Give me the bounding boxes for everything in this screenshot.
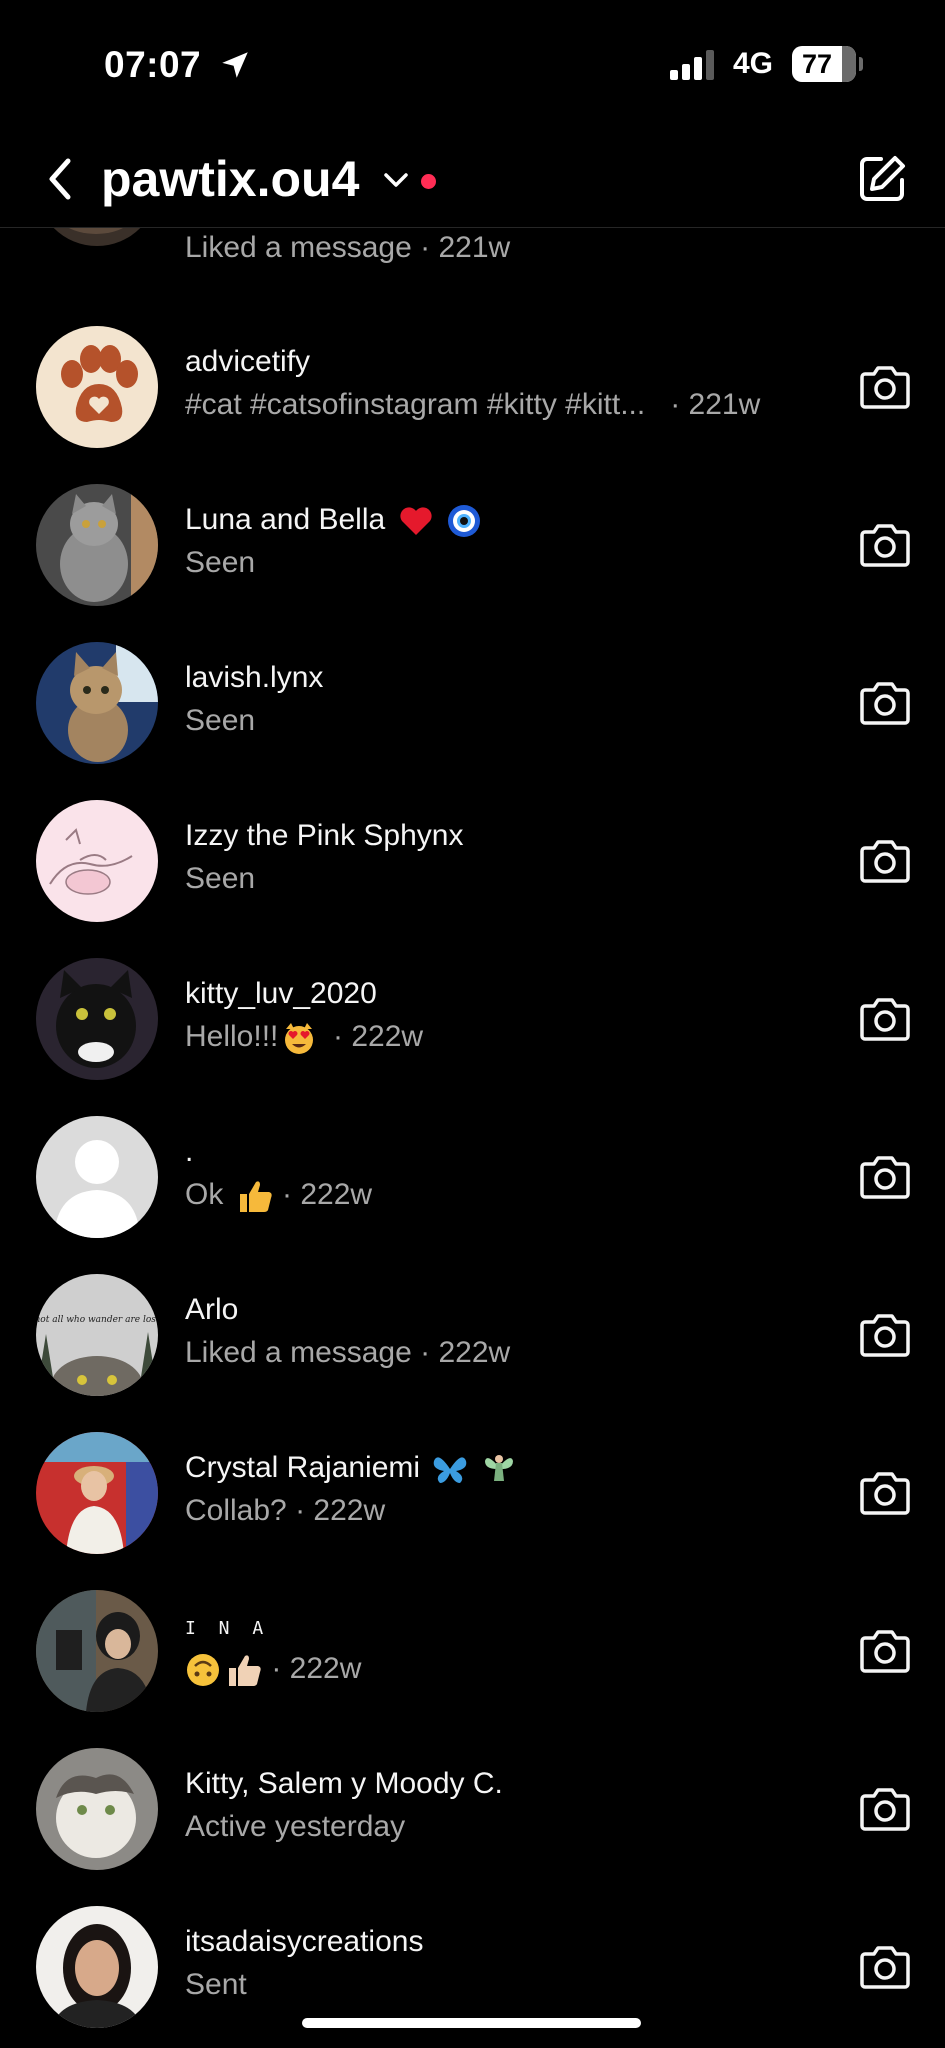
- thumbs-up-icon: [239, 1181, 272, 1213]
- message-preview: · 222w: [185, 1652, 361, 1688]
- conversation-name: advicetify: [185, 345, 311, 378]
- avatar: [36, 326, 158, 448]
- network-type: 4G: [733, 47, 774, 80]
- conversation-name: Izzy the Pink Sphynx: [185, 819, 464, 852]
- conversation-name: I N A: [185, 1618, 270, 1639]
- conversation-row[interactable]: advicetify #cat #catsofinstagram #kitty …: [0, 308, 945, 466]
- fairy-icon: [484, 1455, 513, 1482]
- conversation-name: itsadaisycreations: [185, 1925, 424, 1958]
- message-preview: Liked a message · 221w: [185, 231, 511, 264]
- camera-icon[interactable]: [859, 1310, 911, 1358]
- cellular-signal-icon: [670, 50, 714, 80]
- avatar-lettering: not all who wander are lost: [36, 1315, 158, 1325]
- message-preview: Active yesterday: [185, 1810, 406, 1843]
- message-preview: #cat #catsofinstagram #kitty #kitt... · …: [185, 388, 761, 421]
- conversation-name: kitty_luv_2020: [185, 977, 377, 1010]
- conversation-row[interactable]: Kitty, Salem y Moody C. Active yesterday: [0, 1730, 945, 1888]
- camera-icon[interactable]: [859, 994, 911, 1042]
- avatar: [36, 1906, 158, 2028]
- avatar: [36, 1432, 158, 1554]
- avatar: [36, 1116, 158, 1238]
- conversation-row[interactable]: Izzy the Pink Sphynx Seen: [0, 782, 945, 940]
- notification-dot: [421, 174, 436, 189]
- conversation-row[interactable]: Luna and Bella Seen: [0, 466, 945, 624]
- camera-icon[interactable]: [859, 836, 911, 884]
- clock: 07:07: [104, 44, 202, 85]
- conversation-row[interactable]: . Ok · 222w: [0, 1098, 945, 1256]
- back-icon[interactable]: [44, 155, 76, 203]
- message-preview: Liked a message · 222w: [185, 1336, 511, 1369]
- inbox-header: pawtix.ou4: [0, 130, 945, 228]
- upside-down-face-icon: [187, 1654, 219, 1687]
- red-heart-icon: [399, 507, 432, 536]
- home-indicator[interactable]: [302, 2018, 641, 2028]
- conversation-row[interactable]: Crystal Rajaniemi Collab? · 222w: [0, 1414, 945, 1572]
- thumbs-up-icon: [229, 1655, 261, 1687]
- location-arrow-icon: [222, 52, 248, 78]
- battery-cap: [859, 57, 863, 71]
- camera-icon[interactable]: [859, 1152, 911, 1200]
- avatar: not all who wander are lost: [36, 1274, 158, 1396]
- avatar: [36, 1590, 158, 1712]
- avatar: [36, 484, 158, 606]
- battery-icon: 77: [792, 46, 856, 82]
- chevron-down-icon[interactable]: [383, 170, 409, 190]
- conversation-name: Arlo: [185, 1293, 239, 1326]
- conversation-row[interactable]: kitty_luv_2020 Hello!!! · 222w: [0, 940, 945, 1098]
- camera-icon[interactable]: [859, 1468, 911, 1516]
- nazar-amulet-icon: [447, 505, 480, 538]
- conversation-name: Kitty, Salem y Moody C.: [185, 1767, 503, 1800]
- conversation-row[interactable]: I N A · 222w: [0, 1572, 945, 1730]
- conversation-name: lavish.lynx: [185, 661, 324, 694]
- camera-icon[interactable]: [859, 1626, 911, 1674]
- message-preview: Seen: [185, 704, 256, 737]
- camera-icon[interactable]: [859, 678, 911, 726]
- message-preview: Collab? · 222w: [185, 1494, 386, 1527]
- conversation-name: .: [185, 1135, 194, 1168]
- conversation-row[interactable]: not all who wander are lost Arlo Liked a…: [0, 1256, 945, 1414]
- status-bar: 07:07 4G 77: [0, 0, 945, 130]
- camera-icon[interactable]: [859, 520, 911, 568]
- message-preview: Sent: [185, 1968, 247, 2001]
- message-preview: Hello!!! · 222w: [185, 1020, 423, 1055]
- conversation-name: Luna and Bella: [185, 503, 482, 539]
- compose-icon[interactable]: [857, 154, 907, 204]
- conversation-row[interactable]: lavish.lynx Seen: [0, 624, 945, 782]
- account-switcher[interactable]: pawtix.ou4: [101, 150, 359, 208]
- avatar: [36, 1748, 158, 1870]
- conversation-name: Crystal Rajaniemi: [185, 1451, 517, 1487]
- butterfly-icon: [434, 1457, 467, 1484]
- conversation-list: Liked a message · 221w advicetify #cat #: [0, 0, 945, 2048]
- message-preview: Seen: [185, 862, 256, 895]
- message-preview: Ok · 222w: [185, 1178, 372, 1214]
- camera-icon[interactable]: [859, 1784, 911, 1832]
- camera-icon[interactable]: [859, 362, 911, 410]
- heart-eyes-cat-icon: [285, 1023, 314, 1055]
- message-preview: Seen: [185, 546, 256, 579]
- avatar: [36, 800, 158, 922]
- avatar: [36, 958, 158, 1080]
- avatar: [36, 642, 158, 764]
- battery-level: 77: [802, 49, 833, 79]
- camera-icon[interactable]: [859, 1942, 911, 1990]
